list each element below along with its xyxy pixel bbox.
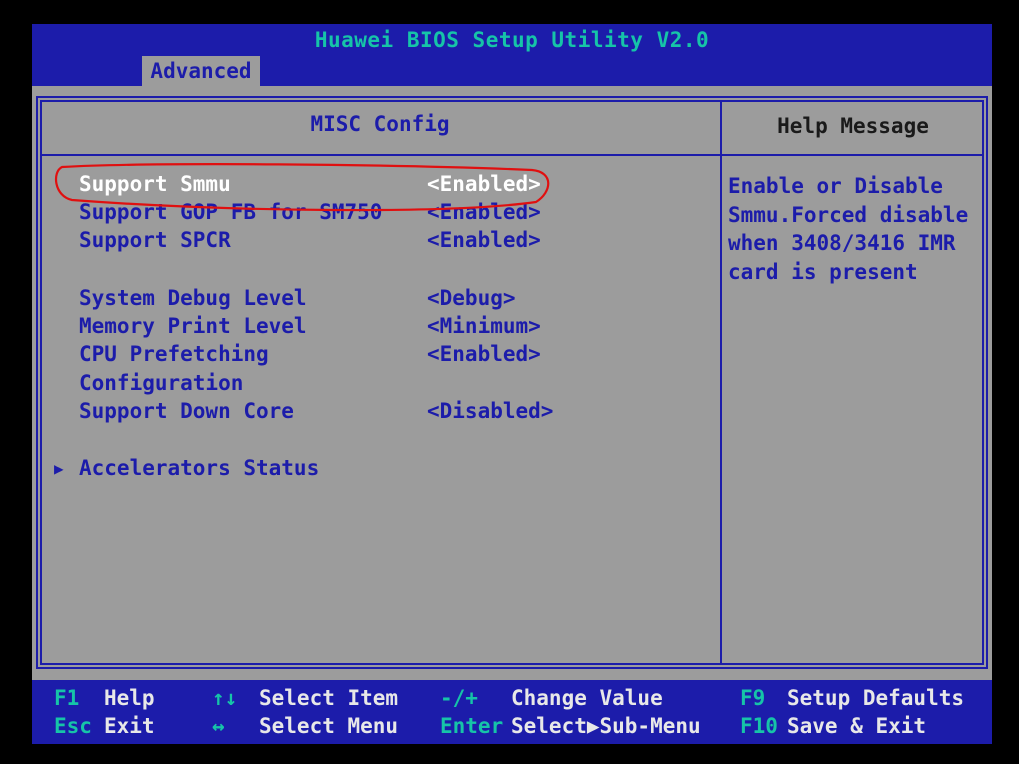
hint-save-exit: Save & Exit bbox=[787, 714, 927, 738]
key-f1: F1 bbox=[54, 686, 80, 710]
key-enter: Enter bbox=[440, 714, 504, 738]
leftright-arrows-icon: ↔ bbox=[212, 714, 225, 738]
item-support-down-core-label[interactable]: Support Down Core bbox=[79, 399, 294, 423]
submenu-arrow-icon: ▶ bbox=[54, 459, 64, 478]
item-support-spcr-value[interactable]: <Enabled> bbox=[427, 228, 541, 252]
item-support-smmu-label[interactable]: Support Smmu bbox=[79, 172, 231, 196]
hint-exit: Exit bbox=[104, 714, 155, 738]
hint-help: Help bbox=[104, 686, 155, 710]
bios-title: Huawei BIOS Setup Utility V2.0 bbox=[314, 28, 710, 52]
help-title: Help Message bbox=[777, 114, 929, 138]
key-plus-minus: -/+ bbox=[440, 686, 478, 710]
panel-divider-vertical bbox=[720, 100, 722, 665]
panel-title: MISC Config bbox=[310, 112, 450, 136]
panel-divider-horizontal bbox=[40, 154, 984, 156]
hint-select-menu: Select Menu bbox=[259, 714, 399, 738]
item-system-debug-value[interactable]: <Debug> bbox=[427, 286, 516, 310]
item-cpu-prefetch-value[interactable]: <Enabled> bbox=[427, 342, 541, 366]
help-message-text: Enable or Disable Smmu.Forced disable wh… bbox=[728, 172, 978, 286]
item-support-gop-value[interactable]: <Enabled> bbox=[427, 200, 541, 224]
item-support-gop-label[interactable]: Support GOP FB for SM750 bbox=[79, 200, 382, 224]
help-line: when 3408/3416 IMR bbox=[728, 231, 956, 255]
footer-bar: F1 Help Esc Exit ↑↓ Select Item ↔ Select… bbox=[32, 680, 992, 744]
bios-screen: Huawei BIOS Setup Utility V2.0 Advanced … bbox=[32, 24, 992, 744]
item-memory-print-value[interactable]: <Minimum> bbox=[427, 314, 541, 338]
key-f9: F9 bbox=[740, 686, 766, 710]
key-esc: Esc bbox=[54, 714, 92, 738]
hint-setup-defaults: Setup Defaults bbox=[787, 686, 965, 710]
hint-change-value: Change Value bbox=[511, 686, 663, 710]
item-memory-print-label[interactable]: Memory Print Level bbox=[79, 314, 307, 338]
help-line: card is present bbox=[728, 259, 918, 284]
item-cpu-prefetch-label-line2[interactable]: Configuration bbox=[79, 371, 243, 395]
hint-select-item: Select Item bbox=[259, 686, 399, 710]
item-system-debug-label[interactable]: System Debug Level bbox=[79, 286, 307, 310]
submenu-accelerators-status[interactable]: Accelerators Status bbox=[79, 456, 319, 480]
item-support-smmu-value[interactable]: <Enabled> bbox=[427, 172, 541, 196]
item-support-down-core-value[interactable]: <Disabled> bbox=[427, 399, 553, 423]
help-line: Smmu.Forced disable bbox=[728, 202, 969, 227]
item-support-spcr-label[interactable]: Support SPCR bbox=[79, 228, 231, 252]
help-line: Enable or Disable bbox=[728, 174, 943, 198]
hint-select-submenu: Select▶Sub-Menu bbox=[511, 714, 701, 738]
tab-advanced[interactable]: Advanced bbox=[142, 56, 260, 86]
header-bar: Huawei BIOS Setup Utility V2.0 Advanced bbox=[32, 24, 992, 86]
key-f10: F10 bbox=[740, 714, 778, 738]
item-cpu-prefetch-label[interactable]: CPU Prefetching bbox=[79, 342, 269, 366]
updown-arrows-icon: ↑↓ bbox=[212, 686, 238, 710]
